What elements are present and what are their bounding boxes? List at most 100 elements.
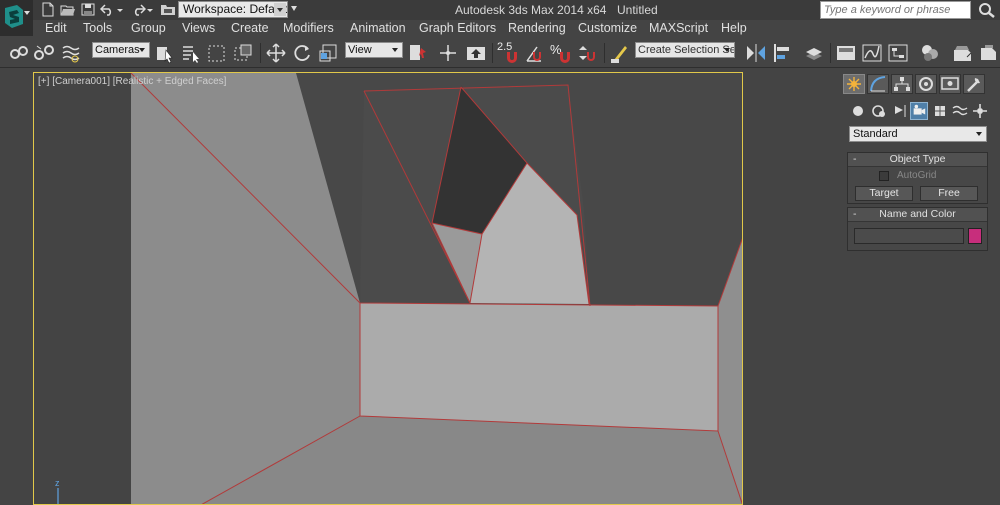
create-tab[interactable]: [843, 74, 865, 94]
material-editor-icon[interactable]: [919, 42, 941, 64]
object-color-swatch[interactable]: [968, 228, 982, 244]
name-and-color-title: Name and Color: [879, 208, 956, 220]
command-panel: Standard - Object Type AutoGrid Target F…: [843, 69, 1000, 505]
shapes-icon[interactable]: [870, 102, 888, 120]
autogrid-checkbox[interactable]: [879, 171, 889, 181]
mirror-icon[interactable]: [745, 42, 767, 64]
search-icon[interactable]: [975, 1, 997, 19]
utilities-tab[interactable]: [963, 74, 985, 94]
select-scale-icon[interactable]: [317, 42, 339, 64]
menu-tools[interactable]: Tools: [83, 21, 112, 35]
customize-quick-access-icon[interactable]: [291, 6, 297, 11]
lights-icon[interactable]: [891, 102, 909, 120]
object-name-field[interactable]: [854, 228, 964, 244]
render-icon[interactable]: [977, 42, 999, 64]
select-object-icon[interactable]: [154, 42, 176, 64]
display-tab[interactable]: [939, 74, 961, 94]
toolbar-separator: [260, 43, 261, 63]
chevron-down-icon: [24, 11, 30, 15]
window-crossing-icon[interactable]: [232, 42, 254, 64]
viewport-shading-menu[interactable]: [Realistic + Edged Faces]: [113, 76, 227, 87]
project-folder-icon[interactable]: [160, 2, 176, 17]
edit-named-selection-icon[interactable]: [609, 42, 631, 64]
document-title: Untitled: [617, 3, 658, 17]
left-dock-area: [0, 69, 33, 505]
free-camera-button[interactable]: Free: [920, 186, 978, 201]
spinner-snap-icon[interactable]: [577, 42, 599, 64]
keyboard-shortcut-icon[interactable]: [465, 42, 487, 64]
toggle-ribbon-icon[interactable]: [835, 42, 857, 64]
select-move-icon[interactable]: [265, 42, 287, 64]
menu-modifiers[interactable]: Modifiers: [283, 21, 334, 35]
percent-snap-button[interactable]: %: [550, 42, 572, 64]
save-icon[interactable]: [80, 2, 96, 17]
select-rotate-icon[interactable]: [291, 42, 313, 64]
pivot-center-icon[interactable]: [407, 42, 429, 64]
geometry-icon[interactable]: [849, 102, 867, 120]
object-category-dropdown[interactable]: Standard: [849, 126, 987, 142]
reference-coordinate-dropdown[interactable]: View: [345, 42, 403, 58]
camera-viewport[interactable]: [+] [Camera001] [Realistic + Edged Faces…: [33, 72, 743, 505]
target-camera-button[interactable]: Target: [855, 186, 913, 201]
snaps-toggle-button[interactable]: 2.5: [497, 41, 519, 64]
create-tab-icon: [847, 77, 861, 91]
name-and-color-rollout-header[interactable]: - Name and Color: [848, 208, 987, 222]
render-setup-icon[interactable]: [951, 42, 973, 64]
undo-icon[interactable]: [100, 2, 116, 17]
curve-editor-icon[interactable]: [861, 42, 883, 64]
workspace-dropdown[interactable]: Workspace: Default: [178, 1, 288, 18]
menu-edit[interactable]: Edit: [45, 21, 67, 35]
object-type-rollout-header[interactable]: - Object Type: [848, 153, 987, 167]
search-input[interactable]: [820, 1, 971, 19]
named-selection-value: Create Selection Se: [638, 44, 735, 56]
open-file-icon[interactable]: [60, 2, 76, 17]
menu-group[interactable]: Group: [131, 21, 166, 35]
hierarchy-tab[interactable]: [891, 74, 913, 94]
menu-help[interactable]: Help: [721, 21, 747, 35]
viewport-background: [34, 73, 131, 504]
select-by-name-icon[interactable]: [180, 42, 202, 64]
selection-filter-value: Cameras: [95, 44, 140, 56]
viewport-point-of-view-menu[interactable]: [Camera001]: [52, 76, 110, 87]
layer-explorer-icon[interactable]: [803, 42, 825, 64]
rectangular-selection-icon[interactable]: [206, 42, 228, 64]
redo-icon[interactable]: [130, 2, 146, 17]
undo-dropdown-icon[interactable]: [116, 2, 124, 17]
viewport-general-menu[interactable]: [+]: [38, 76, 49, 87]
motion-tab[interactable]: [915, 74, 937, 94]
select-manipulate-icon[interactable]: [437, 42, 459, 64]
helpers-icon[interactable]: [931, 102, 949, 120]
motion-tab-icon: [919, 77, 933, 91]
chevron-down-icon: [390, 44, 401, 56]
menu-create[interactable]: Create: [231, 21, 269, 35]
application-menu-button[interactable]: [0, 0, 33, 36]
axis-tripod-icon: [57, 488, 59, 504]
toolbar-separator: [604, 43, 605, 63]
menu-customize[interactable]: Customize: [578, 21, 637, 35]
reference-coordinate-value: View: [348, 44, 372, 56]
menu-views[interactable]: Views: [182, 21, 215, 35]
angle-snap-icon[interactable]: [524, 42, 546, 64]
link-icon[interactable]: [8, 42, 30, 64]
cameras-icon[interactable]: [910, 102, 928, 120]
menu-graph-editors[interactable]: Graph Editors: [419, 21, 496, 35]
workspace-label: Workspace: Default: [183, 2, 288, 16]
space-warps-icon[interactable]: [951, 102, 969, 120]
redo-dropdown-icon[interactable]: [146, 2, 154, 17]
new-file-icon[interactable]: [40, 2, 56, 17]
named-selection-dropdown[interactable]: Create Selection Se: [635, 42, 735, 58]
menu-maxscript[interactable]: MAXScript: [649, 21, 708, 35]
menu-rendering[interactable]: Rendering: [508, 21, 566, 35]
chevron-down-icon: [137, 44, 148, 56]
modify-tab[interactable]: [867, 74, 889, 94]
bind-space-warp-icon[interactable]: [60, 42, 82, 64]
menu-animation[interactable]: Animation: [350, 21, 406, 35]
systems-icon[interactable]: [971, 102, 989, 120]
align-icon[interactable]: [771, 42, 793, 64]
snap-magnet-icon: [507, 52, 517, 63]
toolbar-separator: [492, 43, 493, 63]
object-category-value: Standard: [853, 128, 898, 140]
unlink-icon[interactable]: [33, 42, 55, 64]
schematic-view-icon[interactable]: [887, 42, 909, 64]
selection-filter-dropdown[interactable]: Cameras: [92, 42, 150, 58]
